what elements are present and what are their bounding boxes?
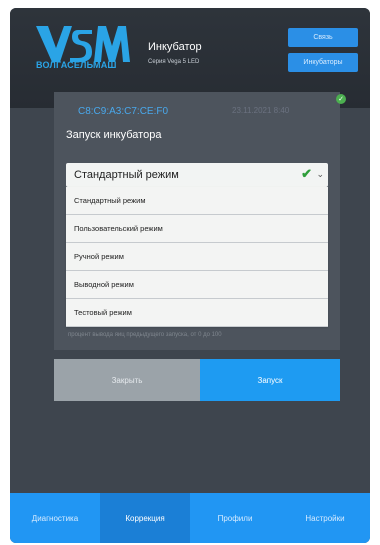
start-button[interactable]: Запуск [200,359,340,401]
hint-text: процент вывода яиц предыдущего запуска, … [68,332,222,338]
status-check-icon: ✓ [336,94,346,104]
option-hatch[interactable]: Выводной режим [66,271,328,299]
mode-dropdown: Стандартный режим Пользовательский режим… [66,187,328,327]
modal-title: Запуск инкубатора [66,129,162,141]
incubators-button[interactable]: Инкубаторы [288,53,358,72]
mode-select[interactable]: Стандартный режим ✔ ⌄ [66,163,328,187]
option-custom[interactable]: Пользовательский режим [66,215,328,243]
tab-diagnostics[interactable]: Диагностика [10,493,100,543]
option-standard[interactable]: Стандартный режим [66,187,328,215]
mac-address: C8:C9:A3:C7:CE:F0 [78,106,169,117]
selected-mode: Стандартный режим [74,169,179,181]
vsm-logo [34,22,134,82]
last-update-date: 23.11.2021 8:40 [232,106,290,115]
close-button[interactable]: Закрыть [54,359,200,401]
brand-name: ВОЛГАСЕЛЬМАШ [36,60,117,70]
check-icon: ✔ [301,166,312,181]
option-manual[interactable]: Ручной режим [66,243,328,271]
bottom-nav: Диагностика Коррекция Профили Настройки [10,493,370,543]
device-series: Серия Vega 5 LED [148,59,200,65]
tab-profiles[interactable]: Профили [190,493,280,543]
tab-correction[interactable]: Коррекция [100,493,190,543]
device-title: Инкубатор [148,41,202,53]
chevron-down-icon: ⌄ [316,169,324,179]
tab-settings[interactable]: Настройки [280,493,370,543]
option-test[interactable]: Тестовый режим [66,299,328,327]
tablet-screen: ВОЛГАСЕЛЬМАШ Инкубатор Серия Vega 5 LED … [10,8,370,543]
connect-button[interactable]: Связь [288,28,358,47]
